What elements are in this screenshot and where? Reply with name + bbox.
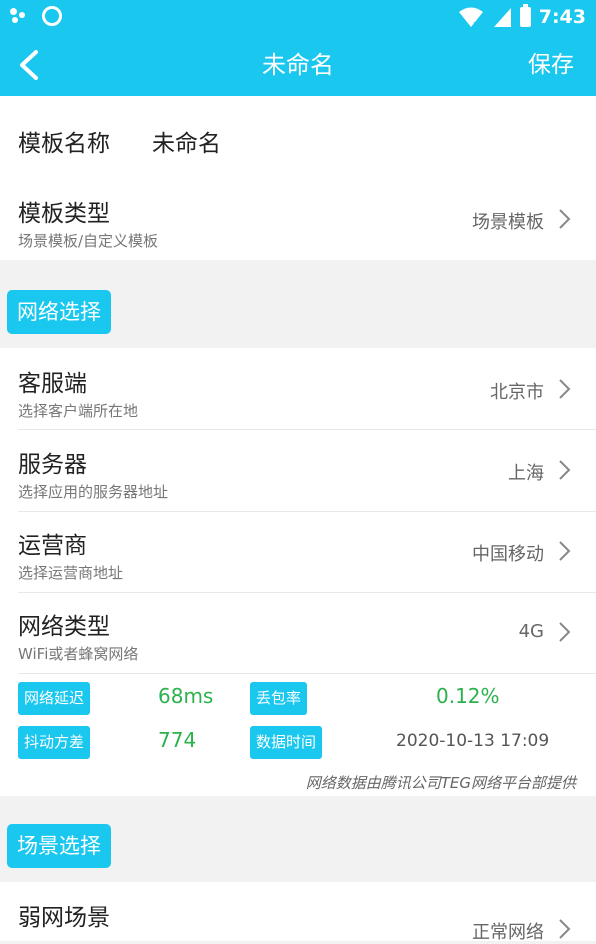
signal-icon: [493, 8, 511, 27]
weak-network-value: 正常网络: [472, 922, 544, 943]
template-type-sub: 场景模板/自定义模板: [18, 232, 159, 250]
template-card: 模板名称 未命名 模板类型 场景模板/自定义模板 场景模板: [0, 96, 596, 260]
template-name-value[interactable]: 未命名: [152, 124, 221, 158]
template-name-row[interactable]: 模板名称 未命名: [0, 96, 596, 178]
network-card: 客服端 选择客户端所在地 北京市 服务器 选择应用的服务器地址 上海 运营商 选…: [0, 348, 596, 796]
status-bar: x 7:43: [0, 0, 596, 34]
item-value: 4G: [518, 621, 544, 642]
data-time-badge: 数据时间: [250, 726, 323, 759]
item-value: 中国移动: [472, 544, 544, 565]
status-time: 7:43: [538, 6, 586, 28]
network-item-type[interactable]: 网络类型 WiFi或者蜂窝网络 4G: [0, 592, 596, 673]
dots-icon: [10, 6, 32, 26]
item-label: 服务器: [18, 452, 87, 478]
scene-section-tag: 场景选择: [7, 824, 111, 868]
item-sub: 选择客户端所在地: [18, 402, 139, 420]
chevron-right-icon: [559, 209, 571, 229]
network-section-tag: 网络选择: [7, 290, 111, 334]
latency-badge: 网络延迟: [18, 682, 91, 715]
chevron-right-icon: [559, 541, 571, 561]
item-sub: 选择应用的服务器地址: [18, 483, 169, 501]
divider: [18, 673, 596, 674]
chevron-right-icon: [559, 919, 571, 939]
template-type-value: 场景模板: [472, 212, 544, 233]
chevron-right-icon: [559, 379, 571, 399]
weak-network-row[interactable]: 弱网场景 正常网络: [0, 882, 596, 943]
template-type-label: 模板类型: [18, 201, 110, 227]
ring-icon: [42, 6, 62, 26]
item-sub: 选择运营商地址: [18, 564, 124, 582]
svg-text:x: x: [473, 20, 479, 28]
app-bar: 未命名 保存: [0, 34, 596, 96]
data-time-value: 2020-10-13 17:09: [396, 731, 550, 751]
loss-value: 0.12%: [436, 684, 500, 708]
template-type-row[interactable]: 模板类型 场景模板/自定义模板 场景模板: [0, 178, 596, 260]
save-button[interactable]: 保存: [528, 34, 574, 96]
chevron-right-icon: [559, 460, 571, 480]
item-label: 网络类型: [18, 614, 110, 640]
item-value: 上海: [508, 463, 544, 484]
template-name-label: 模板名称: [18, 131, 110, 157]
wifi-icon: x: [458, 7, 483, 28]
loss-badge: 丢包率: [250, 682, 308, 715]
latency-value: 68ms: [158, 684, 214, 708]
scene-card: 弱网场景 正常网络: [0, 882, 596, 943]
weak-network-label: 弱网场景: [18, 905, 110, 931]
page-title: 未命名: [262, 51, 334, 79]
network-item-carrier[interactable]: 运营商 选择运营商地址 中国移动: [0, 511, 596, 592]
chevron-right-icon: [559, 622, 571, 642]
jitter-value: 774: [158, 728, 197, 752]
network-item-server[interactable]: 服务器 选择应用的服务器地址 上海: [0, 430, 596, 511]
network-footnote: 网络数据由腾讯公司TEG网络平台部提供: [305, 774, 576, 792]
item-sub: WiFi或者蜂窝网络: [18, 645, 139, 663]
item-label: 运营商: [18, 533, 87, 559]
network-item-client[interactable]: 客服端 选择客户端所在地 北京市: [0, 348, 596, 430]
battery-icon: [519, 4, 531, 27]
item-value: 北京市: [490, 382, 544, 403]
jitter-badge: 抖动方差: [18, 726, 91, 759]
item-label: 客服端: [18, 371, 87, 397]
